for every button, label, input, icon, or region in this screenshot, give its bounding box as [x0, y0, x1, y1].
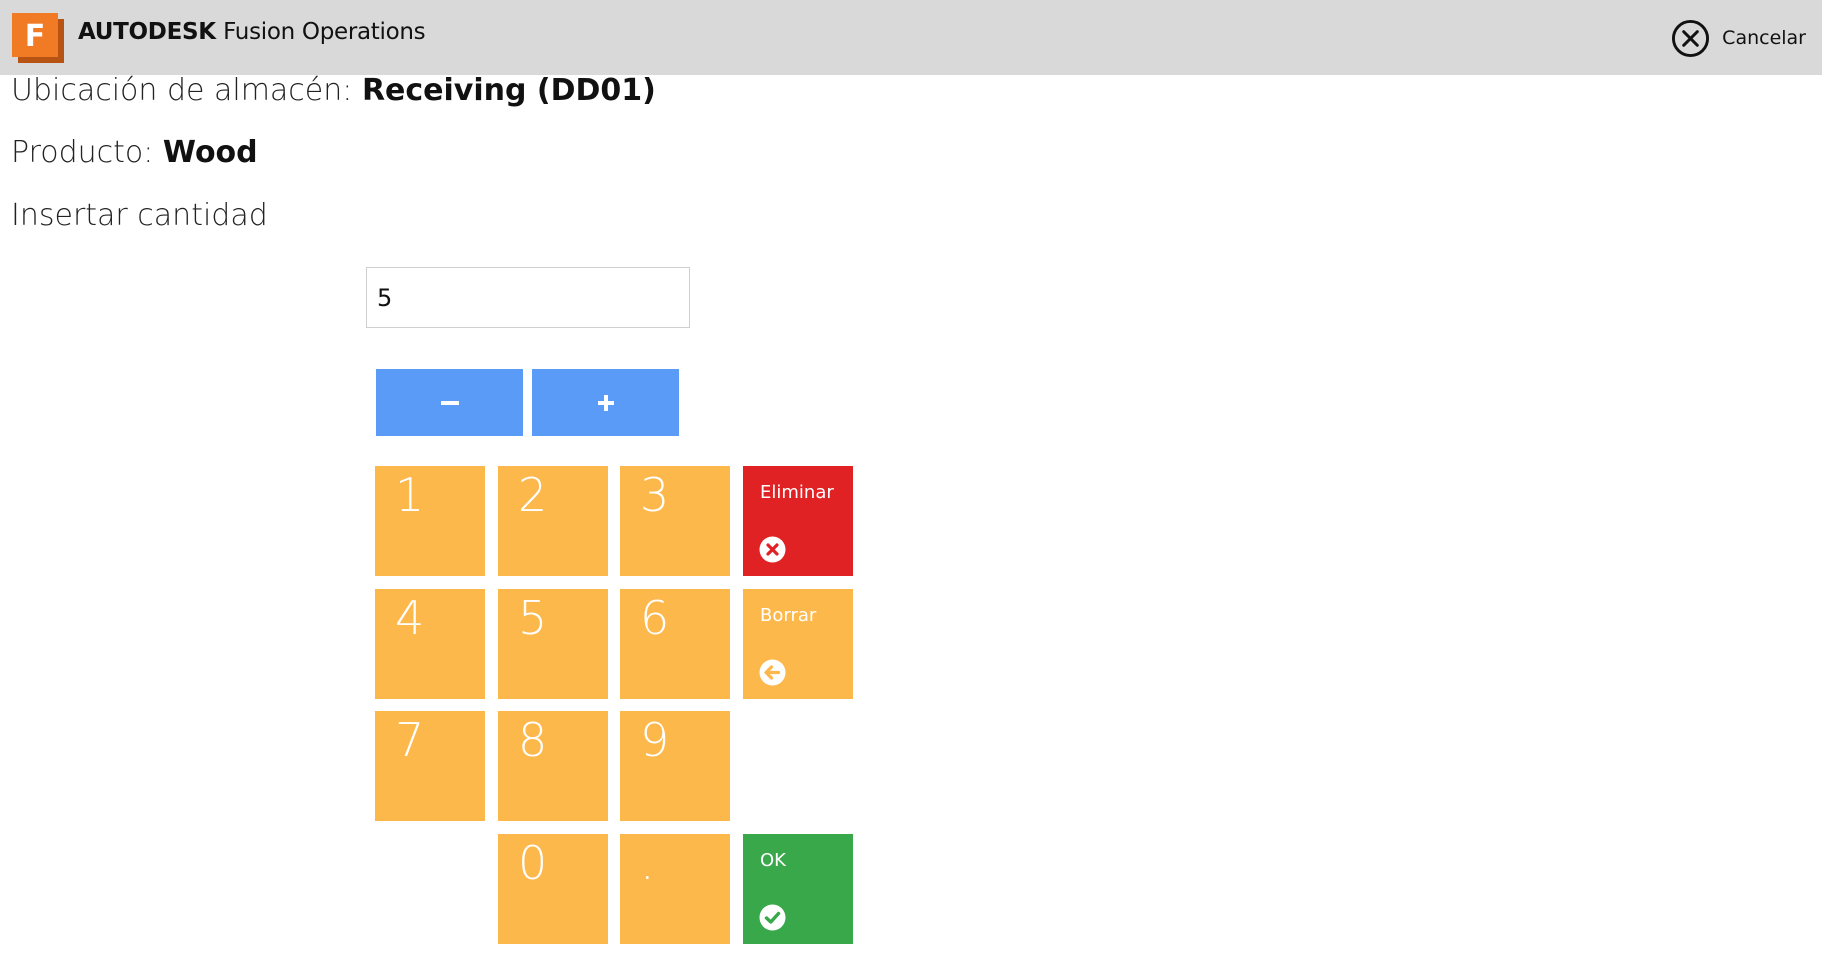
- cancel-button[interactable]: Cancelar: [1671, 18, 1806, 58]
- key-label: 1: [395, 468, 425, 522]
- product-line: Producto: Wood: [11, 135, 258, 170]
- key-0[interactable]: 0: [498, 834, 608, 944]
- key-6[interactable]: 6: [620, 589, 730, 699]
- key-label: 2: [518, 468, 548, 522]
- key-label: 6: [640, 591, 670, 645]
- key-7[interactable]: 7: [375, 711, 485, 821]
- ok-label: OK: [760, 850, 786, 871]
- key-label: 0: [518, 836, 548, 890]
- app-header: F AUTODESK Fusion Operations Cancelar: [0, 0, 1822, 75]
- delete-label: Eliminar: [760, 482, 834, 503]
- circle-x-icon: [1672, 19, 1710, 57]
- key-label: 9: [640, 713, 670, 767]
- cancel-label: Cancelar: [1722, 27, 1806, 49]
- plus-icon: [597, 394, 614, 411]
- key-5[interactable]: 5: [498, 589, 608, 699]
- key-2[interactable]: 2: [498, 466, 608, 576]
- check-circle-icon: [759, 904, 786, 931]
- instruction-text: Insertar cantidad: [11, 198, 268, 233]
- app-title: AUTODESK Fusion Operations: [78, 19, 426, 45]
- x-circle-icon: [759, 536, 786, 563]
- location-line: Ubicación de almacén: Receiving (DD01): [11, 73, 656, 108]
- logo-letter: F: [25, 19, 46, 54]
- key-label: 8: [518, 713, 548, 767]
- ok-button[interactable]: OK: [743, 834, 853, 944]
- increment-button[interactable]: [532, 369, 679, 436]
- product-value: Wood: [162, 135, 258, 170]
- backspace-label: Borrar: [760, 605, 817, 626]
- key-label: 7: [395, 713, 425, 767]
- key-8[interactable]: 8: [498, 711, 608, 821]
- key-label: .: [640, 836, 655, 890]
- key-label: 4: [395, 591, 425, 645]
- key-3[interactable]: 3: [620, 466, 730, 576]
- key-1[interactable]: 1: [375, 466, 485, 576]
- backspace-button[interactable]: Borrar: [743, 589, 853, 699]
- key-label: 5: [518, 591, 548, 645]
- key-4[interactable]: 4: [375, 589, 485, 699]
- key-decimal[interactable]: .: [620, 834, 730, 944]
- product-name: Fusion Operations: [223, 19, 426, 45]
- decrement-button[interactable]: [376, 369, 523, 436]
- quantity-input[interactable]: [366, 267, 690, 328]
- delete-button[interactable]: Eliminar: [743, 466, 853, 576]
- product-label: Producto:: [11, 135, 154, 170]
- brand-name: AUTODESK: [78, 19, 216, 45]
- key-label: 3: [640, 468, 670, 522]
- minus-icon: [440, 400, 459, 405]
- arrow-left-circle-icon: [759, 659, 786, 686]
- location-label: Ubicación de almacén:: [11, 73, 353, 108]
- key-9[interactable]: 9: [620, 711, 730, 821]
- fusion-logo-icon: F: [12, 13, 64, 63]
- location-value: Receiving (DD01): [361, 73, 656, 108]
